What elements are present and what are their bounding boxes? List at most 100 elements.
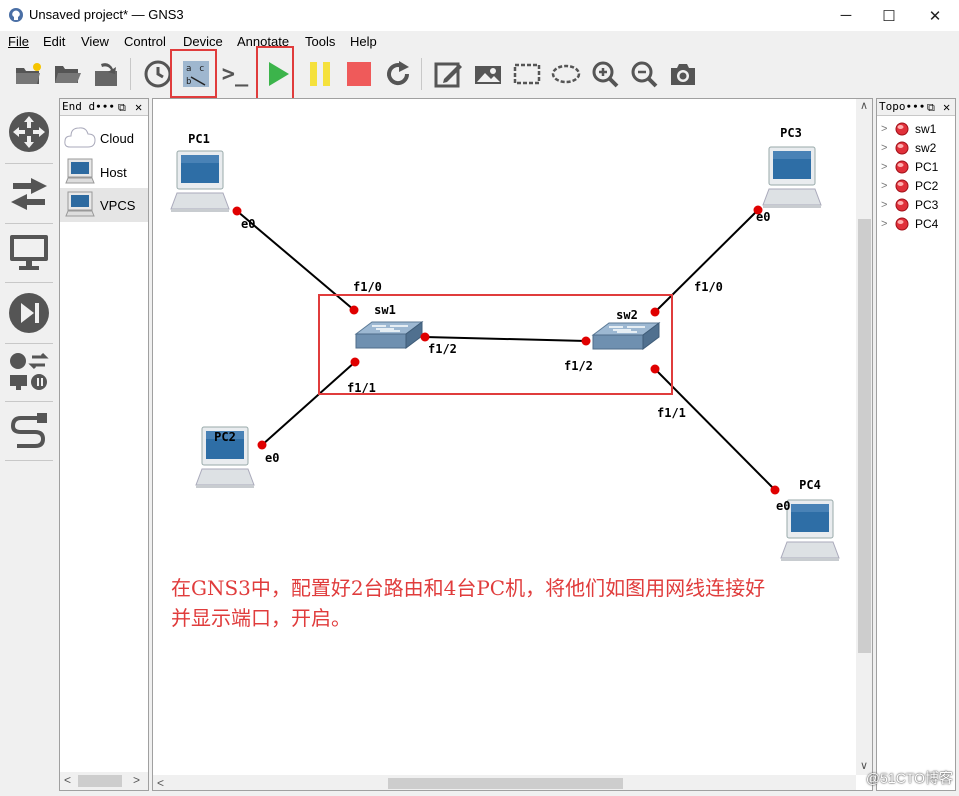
node-label: PC2 [214, 430, 236, 444]
open-folder-icon [55, 66, 81, 83]
scroll-right-icon[interactable]: > [133, 773, 140, 787]
topology-canvas[interactable]: PC1 PC2 PC3 PC4 sw1 sw2 e0 f1/0 f1/1 e0 f1/2 f1/2 e… [152, 98, 873, 791]
expand-chevron-icon[interactable]: > [881, 180, 895, 192]
cable-icon [10, 413, 47, 448]
port-label: f1/2 [428, 342, 457, 356]
topology-item-pc4[interactable]: > PC4 [881, 214, 938, 233]
menu-help[interactable]: Help [350, 34, 377, 49]
topology-item-sw1[interactable]: > sw1 [881, 119, 936, 138]
console-all-button[interactable]: >_ [217, 56, 253, 92]
stop-all-button[interactable] [341, 56, 377, 92]
node-label: sw2 [616, 308, 638, 322]
port-label: f1/0 [694, 280, 723, 294]
menu-device[interactable]: Device [183, 34, 223, 49]
port-label: f1/1 [657, 406, 686, 420]
draw-ellipse-button[interactable] [548, 56, 584, 92]
browse-switches-button[interactable] [5, 170, 53, 218]
node-label: PC1 [188, 132, 210, 146]
scrollbar-thumb[interactable] [858, 219, 871, 653]
expand-chevron-icon[interactable]: > [881, 142, 895, 154]
link-sw1-sw2[interactable] [424, 336, 587, 342]
camera-icon [671, 64, 695, 85]
port-dot [350, 357, 360, 367]
add-link-button[interactable] [5, 408, 53, 456]
node-label: PC4 [799, 478, 821, 492]
menu-file[interactable]: File [8, 34, 29, 49]
menu-control[interactable]: Control [124, 34, 166, 49]
expand-chevron-icon[interactable]: > [881, 161, 895, 173]
topology-item-sw2[interactable]: > sw2 [881, 138, 936, 157]
topology-item-label: sw2 [915, 140, 937, 155]
close-button[interactable]: ✕ [912, 0, 958, 31]
reload-icon [387, 61, 410, 86]
topology-item-pc1[interactable]: > PC1 [881, 157, 938, 176]
port-label: e0 [241, 217, 255, 231]
undock-icon[interactable]: ⧉ [927, 100, 935, 116]
scrollbar-thumb[interactable] [388, 778, 623, 789]
link-sw1-pc2[interactable] [261, 361, 356, 446]
status-indicator-icon [895, 198, 909, 211]
minimize-button[interactable]: ─ [823, 0, 869, 31]
zoom-out-button[interactable] [626, 56, 662, 92]
node-sw2[interactable] [591, 322, 661, 350]
left-toolbar-separator [5, 163, 53, 164]
port-dot [770, 485, 780, 495]
ports-layer: e0 f1/0 f1/1 e0 f1/2 f1/2 e0 f1/0 f1/1 e0 [232, 205, 790, 513]
topology-item-pc3[interactable]: > PC3 [881, 195, 938, 214]
device-item-cloud[interactable]: Cloud [60, 121, 145, 155]
annotation-note[interactable]: 在GNS3中，配置好2台路由和4台PC机，将他们如图用网线连接好 并显示端口，开… [171, 573, 765, 633]
draw-rectangle-button[interactable] [509, 56, 545, 92]
scroll-left-icon[interactable]: < [157, 776, 164, 790]
browse-all-devices-button[interactable] [5, 348, 53, 396]
menu-edit[interactable]: Edit [43, 34, 65, 49]
expand-chevron-icon[interactable]: > [881, 218, 895, 230]
browse-routers-button[interactable] [5, 108, 53, 156]
save-project-button[interactable] [88, 56, 124, 92]
left-toolbar-separator [5, 460, 53, 461]
scrollbar-thumb[interactable] [78, 775, 122, 787]
port-label: e0 [776, 499, 790, 513]
menu-tools[interactable]: Tools [305, 34, 335, 49]
topology-summary-panel: Topo∙∙∙ ⧉ ✕ > sw1 > sw2 > PC1 > PC2 > PC3 > PC4 [876, 98, 956, 791]
insert-image-button[interactable] [470, 56, 506, 92]
port-dot [650, 364, 660, 374]
host-icon [65, 158, 95, 184]
nodes-layer: PC1 PC2 PC3 PC4 sw1 sw2 [170, 126, 840, 561]
node-pc3[interactable] [762, 146, 822, 208]
zoom-in-icon [592, 61, 619, 88]
reload-all-button[interactable] [380, 56, 416, 92]
close-panel-icon[interactable]: ✕ [135, 99, 142, 115]
browse-security-devices-button[interactable] [5, 289, 53, 337]
new-project-button[interactable] [10, 56, 46, 92]
scroll-left-icon[interactable]: < [64, 773, 71, 787]
node-pc1[interactable] [170, 150, 230, 212]
scroll-up-icon[interactable]: ∧ [860, 99, 868, 112]
port-label: e0 [265, 451, 279, 465]
browse-end-devices-button[interactable] [5, 228, 53, 276]
status-indicator-icon [895, 217, 909, 230]
screenshot-button[interactable] [665, 56, 701, 92]
open-project-button[interactable] [49, 56, 85, 92]
suspend-all-button[interactable] [302, 56, 338, 92]
devices-panel-title: End d∙∙∙ [62, 100, 115, 113]
canvas-horizontal-scrollbar[interactable]: < [153, 775, 856, 790]
left-toolbar-separator [5, 401, 53, 402]
device-item-vpcs[interactable]: VPCS [60, 188, 148, 222]
topology-item-pc2[interactable]: > PC2 [881, 176, 938, 195]
node-sw1[interactable] [354, 321, 424, 349]
status-indicator-icon [895, 160, 909, 173]
expand-chevron-icon[interactable]: > [881, 123, 895, 135]
devices-horizontal-scrollbar[interactable]: < > [60, 772, 148, 790]
canvas-vertical-scrollbar[interactable]: ∧ ∨ [856, 99, 872, 775]
menu-view[interactable]: View [81, 34, 109, 49]
expand-chevron-icon[interactable]: > [881, 199, 895, 211]
undock-icon[interactable]: ⧉ [118, 100, 126, 116]
add-note-button[interactable] [430, 56, 466, 92]
maximize-button[interactable]: ☐ [866, 0, 912, 31]
save-icon [95, 63, 117, 86]
link-pc3-sw2[interactable] [654, 209, 759, 313]
close-panel-icon[interactable]: ✕ [943, 99, 950, 115]
device-item-host[interactable]: Host [60, 155, 145, 189]
left-toolbar-separator [5, 282, 53, 283]
zoom-in-button[interactable] [587, 56, 623, 92]
